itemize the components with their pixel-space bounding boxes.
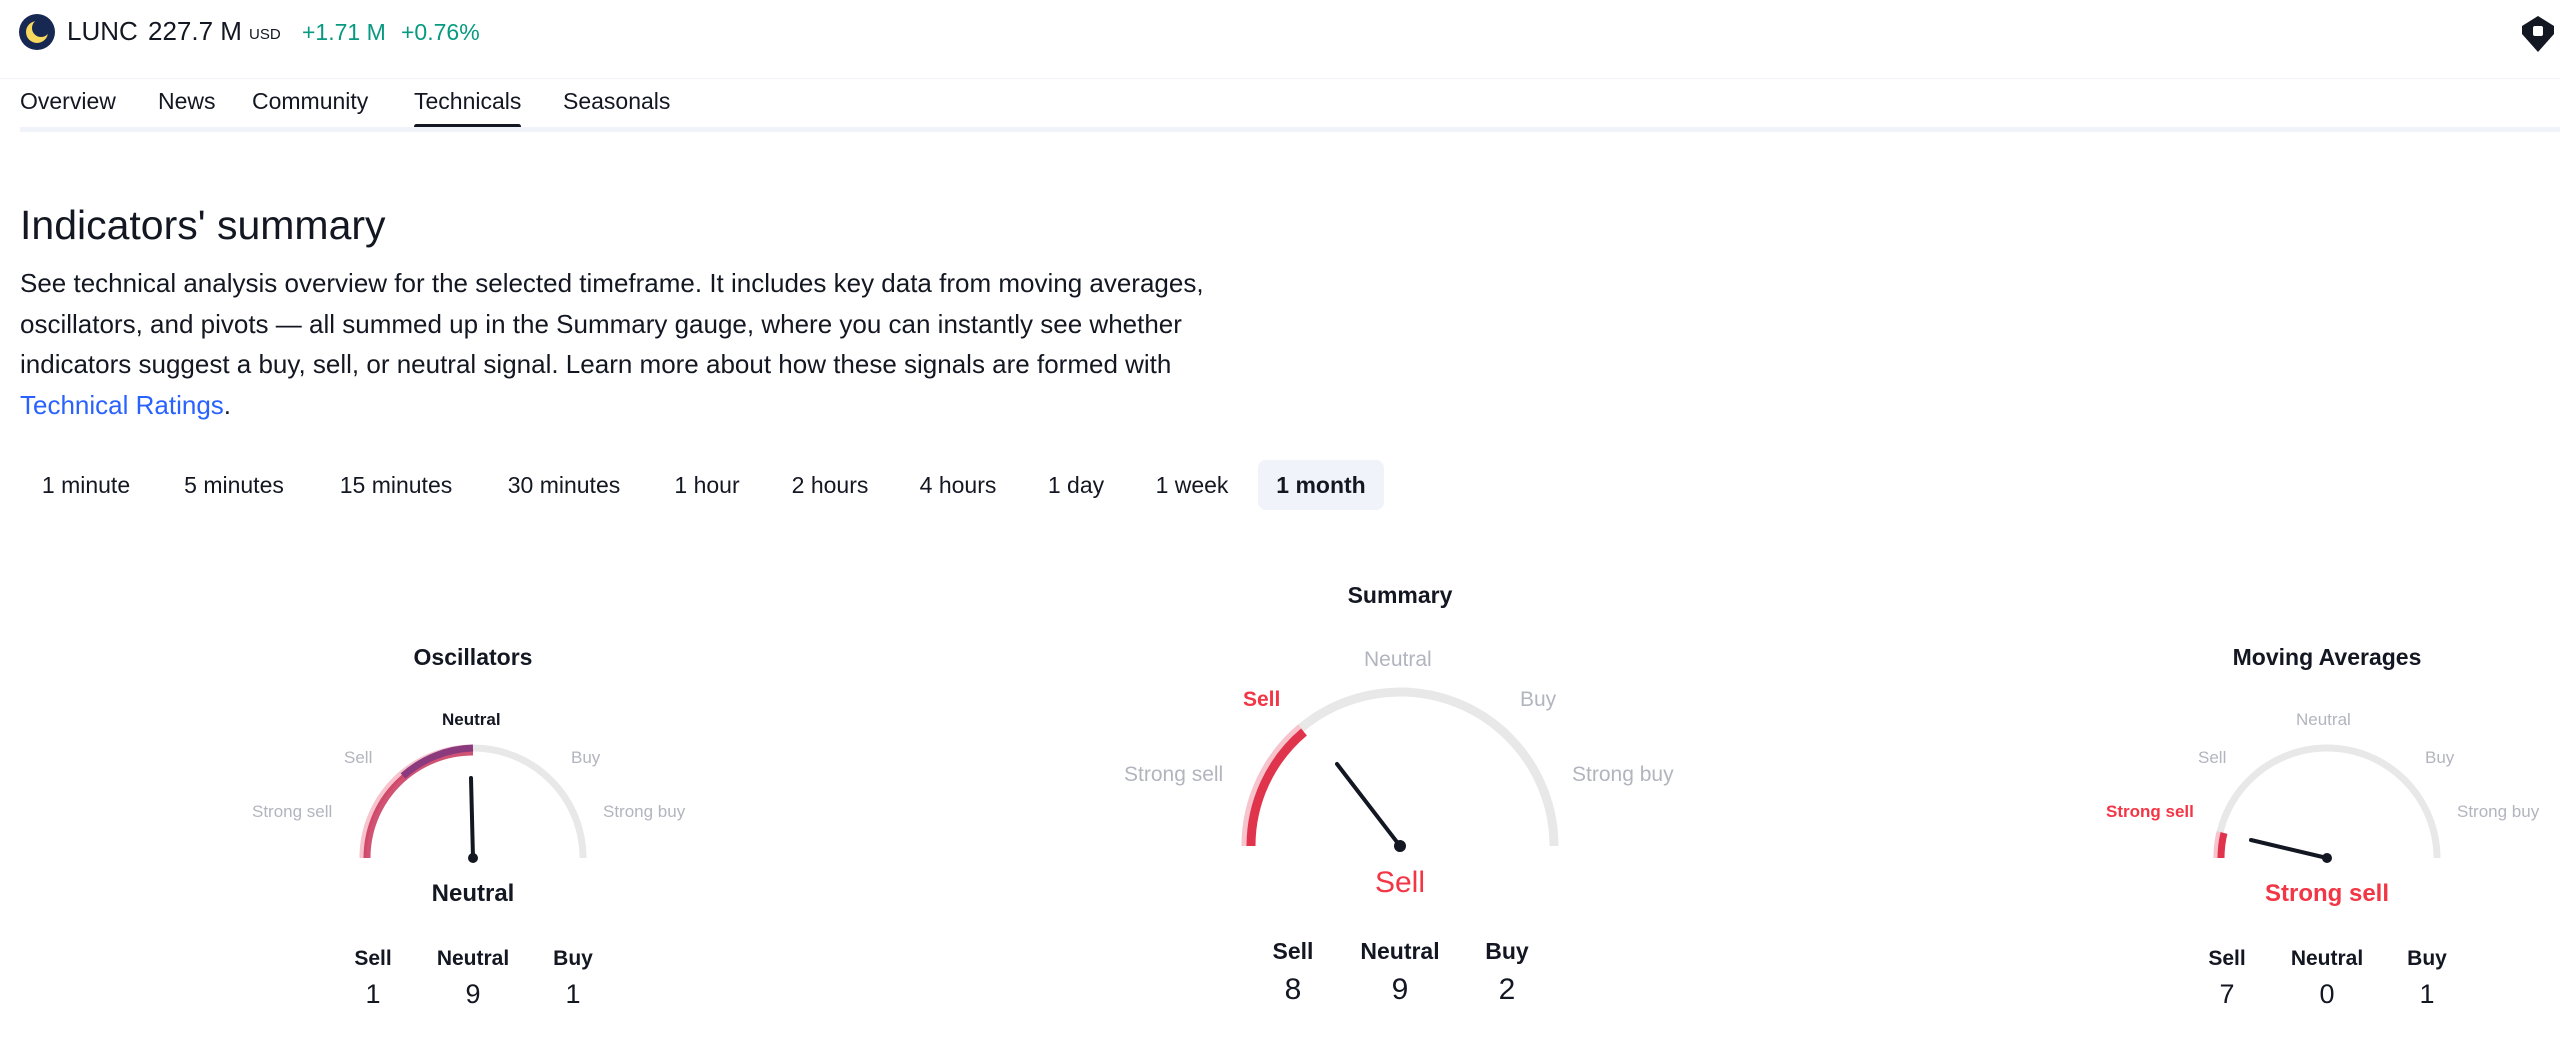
tabs-divider — [20, 127, 2560, 132]
lunc-coin-icon — [19, 14, 55, 50]
tab-seasonals[interactable]: Seasonals — [563, 88, 670, 115]
moving-averages-gauge-dial — [2213, 744, 2441, 863]
price-change-percent: +0.76% — [401, 19, 480, 45]
gauge-verdict: Strong sell — [2264, 880, 2390, 907]
technical-ratings-link[interactable]: Technical Ratings — [20, 390, 224, 420]
timeframe-30-minutes[interactable]: 30 minutes — [488, 460, 640, 510]
scale-strong-buy: Strong buy — [1572, 763, 1674, 786]
timeframe-1-day[interactable]: 1 day — [1034, 460, 1118, 510]
timeframe-1-week[interactable]: 1 week — [1140, 460, 1244, 510]
gauge-needle — [2249, 838, 2329, 860]
scale-neutral: Neutral — [1364, 648, 1432, 671]
section-title: Indicators' summary — [20, 202, 386, 248]
price-change-absolute: +1.71 M — [302, 19, 386, 45]
count-value: 1 — [565, 979, 581, 1009]
gauge-needle — [469, 776, 475, 860]
summary-gauge-dial — [1241, 687, 1559, 852]
count-label: Buy — [553, 947, 593, 970]
count-label: Buy — [1485, 938, 1529, 964]
buy-count: Buy 1 — [2367, 947, 2487, 1010]
description-period: . — [223, 389, 232, 420]
tab-technicals[interactable]: Technicals — [414, 88, 522, 129]
sell-count: Sell 8 — [1233, 938, 1353, 1007]
price-value: 227.7 M — [148, 16, 242, 46]
timeframe-1-hour[interactable]: 1 hour — [660, 460, 754, 510]
count-value: 2 — [1498, 973, 1516, 1006]
tab-overview[interactable]: Overview — [20, 88, 116, 115]
tab-news[interactable]: News — [158, 88, 216, 115]
ticker-symbol: LUNC — [67, 16, 138, 46]
gauge-verdict: Neutral — [431, 880, 515, 907]
count-value: 9 — [1391, 973, 1409, 1006]
count-value: 1 — [2419, 979, 2435, 1009]
scale-sell: Sell — [1243, 688, 1281, 711]
scale-buy: Buy — [1520, 688, 1557, 711]
scale-strong-sell: Strong sell — [1124, 763, 1224, 786]
description-text: See technical analysis overview for the … — [20, 268, 1204, 379]
price-currency: USD — [249, 26, 281, 43]
buy-count: Buy 1 — [513, 947, 633, 1010]
scale-sell: Sell — [2198, 748, 2227, 767]
gauge-needle — [1335, 762, 1402, 848]
count-value: 8 — [1284, 973, 1302, 1006]
timeframe-5-minutes[interactable]: 5 minutes — [164, 460, 304, 510]
scale-neutral: Neutral — [2296, 710, 2351, 729]
gauge-title: Summary — [1347, 582, 1453, 608]
scale-buy: Buy — [571, 748, 601, 767]
scale-buy: Buy — [2425, 748, 2455, 767]
badge-icon[interactable] — [2516, 14, 2560, 54]
scale-sell: Sell — [344, 748, 373, 767]
timeframe-2-hours[interactable]: 2 hours — [774, 460, 886, 510]
scale-strong-buy: Strong buy — [603, 802, 686, 821]
gauge-title: Oscillators — [413, 644, 533, 670]
count-label: Buy — [2407, 947, 2447, 970]
symbol-header: LUNC 227.7 M USD +1.71 M +0.76% — [0, 0, 2560, 79]
scale-strong-sell: Strong sell — [2106, 802, 2194, 821]
tab-community[interactable]: Community — [252, 88, 368, 115]
timeframe-4-hours[interactable]: 4 hours — [904, 460, 1012, 510]
scale-strong-buy: Strong buy — [2457, 802, 2540, 821]
timeframe-1-month[interactable]: 1 month — [1258, 460, 1384, 510]
gauge-verdict: Sell — [1374, 866, 1426, 899]
oscillators-gauge-dial — [359, 744, 587, 863]
gauge-title: Moving Averages — [2232, 644, 2422, 670]
timeframe-15-minutes[interactable]: 15 minutes — [320, 460, 472, 510]
timeframe-1-minute[interactable]: 1 minute — [20, 460, 152, 510]
scale-neutral: Neutral — [442, 710, 501, 729]
neutral-count: Neutral 9 — [1340, 938, 1460, 1007]
section-description: See technical analysis overview for the … — [20, 263, 1250, 425]
buy-count: Buy 2 — [1447, 938, 1567, 1007]
count-label: Neutral — [1360, 938, 1440, 964]
scale-strong-sell: Strong sell — [252, 802, 333, 821]
count-label: Sell — [1272, 938, 1314, 964]
